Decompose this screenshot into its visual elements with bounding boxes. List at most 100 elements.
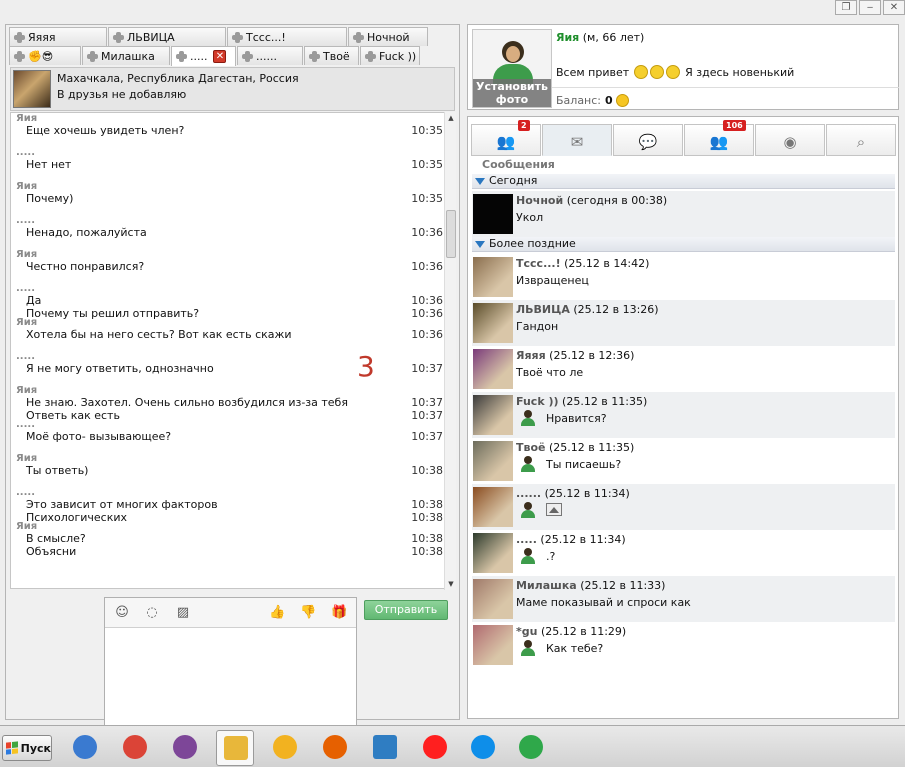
dialog-item[interactable]: ..... (25.12 в 11:34).? xyxy=(472,530,895,576)
message-text: Нет нет xyxy=(26,158,72,171)
clover-icon xyxy=(113,31,124,43)
dialog-time: (25.12 в 13:26) xyxy=(573,303,659,316)
message: ..... Я не могу ответить, однозначно 10:37 xyxy=(11,351,447,375)
chat-rooms-tab[interactable]: 💬 xyxy=(613,124,683,156)
message-time: 10:38 xyxy=(411,498,443,511)
message-log-scrollbar[interactable]: ▲ ▼ xyxy=(444,112,456,590)
status-smiley-icons xyxy=(633,65,681,79)
chrome-icon[interactable] xyxy=(116,730,154,766)
dialog-item[interactable]: Fuck )) (25.12 в 11:35) Нравится? xyxy=(472,392,895,438)
chat-tab[interactable]: Тссс...! xyxy=(227,27,347,46)
dialog-item[interactable]: ЛЬВИЦА (25.12 в 13:26) Гандон xyxy=(472,300,895,346)
network-app-icon[interactable] xyxy=(66,730,104,766)
tor-browser-icon[interactable] xyxy=(166,730,204,766)
profile-username[interactable]: Яия xyxy=(556,31,579,44)
own-avatar-icon xyxy=(520,640,536,656)
yandex-browser-icon[interactable] xyxy=(416,730,454,766)
group-header-older[interactable]: Более поздние xyxy=(472,237,895,252)
dialog-item[interactable]: Милашка (25.12 в 11:33) Маме показывай и … xyxy=(472,576,895,622)
avatar[interactable]: Установить фото xyxy=(472,29,552,108)
messenger-clover-icon[interactable] xyxy=(512,730,550,766)
messages-tab[interactable]: ✉ xyxy=(542,124,612,156)
message-sender: Яия xyxy=(16,113,38,124)
dialog-time: (25.12 в 11:35) xyxy=(562,395,648,408)
scroll-thumb[interactable] xyxy=(446,210,456,258)
teamviewer-icon[interactable] xyxy=(464,730,502,766)
chat-tab-label: 😎 xyxy=(41,49,54,63)
scroll-down-icon[interactable]: ▼ xyxy=(445,578,457,590)
profile-card: Установить фото Яия (м, 66 лет) Всем при… xyxy=(467,24,899,110)
dialog-last-message: Укол xyxy=(516,211,544,224)
gift-icon[interactable]: 🎁 xyxy=(331,605,347,621)
chat-tab-active[interactable]: ..... ✕ xyxy=(171,46,236,66)
dialog-title: ЛЬВИЦА (25.12 в 13:26) xyxy=(516,303,659,316)
nearby-tab[interactable]: ◉ xyxy=(755,124,825,156)
chat-tab[interactable]: Милашка xyxy=(82,46,170,65)
smiley-icon[interactable]: ☺ xyxy=(114,605,130,621)
file-explorer-icon[interactable] xyxy=(216,730,254,766)
chat-tab[interactable]: ✊ 😎 xyxy=(9,46,81,65)
collapse-triangle-icon xyxy=(475,241,485,248)
group-header-today[interactable]: Сегодня xyxy=(472,174,895,189)
dialog-title: *gu (25.12 в 11:29) xyxy=(516,625,626,638)
dialogs-panel: 👥 2 ✉ 💬 👥 106 ◉ ⌕ Сообщения Сегодня Ночной (сег… xyxy=(467,116,899,719)
chat-tab[interactable]: ЛЬВИЦА xyxy=(108,27,226,46)
chat-tab[interactable]: Ночной xyxy=(348,27,428,46)
thumbs-down-icon[interactable]: 👎 xyxy=(300,605,316,621)
message-text: Хотела бы на него сесть? Вот как есть ск… xyxy=(26,328,292,341)
dialog-item[interactable]: Яяяя (25.12 в 12:36) Твоё что ле xyxy=(472,346,895,392)
balance[interactable]: Баланс: 0 xyxy=(556,94,629,107)
paw-app-icon[interactable] xyxy=(266,730,304,766)
profile-status[interactable]: Всем привет Я здесь новенький xyxy=(556,65,794,79)
chat-tab[interactable]: Яяяя xyxy=(9,27,107,46)
dialog-time: (25.12 в 14:42) xyxy=(564,257,650,270)
dialog-item[interactable]: Тссс...! (25.12 в 14:42) Извращенец xyxy=(472,254,895,300)
minimize-button[interactable]: ‒ xyxy=(859,0,881,15)
notification-badge: 106 xyxy=(723,120,746,131)
dialog-item[interactable]: Ночной (сегодня в 00:38) Укол xyxy=(472,191,895,237)
clover-icon xyxy=(176,51,187,62)
dialog-contact-name: Fuck )) xyxy=(516,395,559,408)
dialog-time: (сегодня в 00:38) xyxy=(566,194,668,207)
guests-tab[interactable]: 👥 106 xyxy=(684,120,754,156)
restore-button[interactable]: ❐ xyxy=(835,0,857,15)
message: ..... Ненадо, пожалуйста 10:36 xyxy=(11,215,447,239)
close-tab-icon[interactable]: ✕ xyxy=(213,50,227,63)
sticker-bubble-icon[interactable]: ◌ xyxy=(144,605,160,621)
start-button[interactable]: Пуск xyxy=(2,735,52,761)
attach-photo-icon[interactable]: ▨ xyxy=(175,605,191,621)
message-input[interactable] xyxy=(105,629,356,738)
thumbs-up-icon[interactable]: 👍 xyxy=(269,605,285,621)
dialog-title: Ночной (сегодня в 00:38) xyxy=(516,194,667,207)
dialog-last-message: Извращенец xyxy=(516,274,589,287)
dialog-item[interactable]: ...... (25.12 в 11:34) xyxy=(472,484,895,530)
chat-tab-label: Милашка xyxy=(101,49,155,63)
message: Яия Ты ответь) 10:38 xyxy=(11,453,447,477)
set-photo-button[interactable]: Установить фото xyxy=(473,79,551,107)
contact-thumbnail xyxy=(473,257,513,297)
send-button[interactable]: Отправить xyxy=(364,600,448,620)
message-time: 10:35 xyxy=(411,192,443,205)
contact-photo[interactable] xyxy=(13,70,51,108)
contacts-tab[interactable]: 👥 2 xyxy=(471,120,541,156)
firefox-icon[interactable] xyxy=(316,730,354,766)
remote-desktop-icon[interactable] xyxy=(366,730,404,766)
chat-tab[interactable]: Fuck )) xyxy=(360,46,420,65)
clover-icon xyxy=(14,50,25,62)
contact-thumbnail xyxy=(473,625,513,665)
scroll-up-icon[interactable]: ▲ xyxy=(445,112,457,124)
search-tab-icon: ⌕ xyxy=(856,133,866,151)
message: Яия Хотела бы на него сесть? Вот как есть… xyxy=(11,317,447,341)
search-tab[interactable]: ⌕ xyxy=(826,124,896,156)
close-button[interactable]: ✕ xyxy=(883,0,905,15)
message-sender: ..... xyxy=(16,419,35,430)
message-text: Честно понравился? xyxy=(26,260,145,273)
chat-tab-label: Тссс...! xyxy=(246,30,286,44)
dialog-last-message: Ты писаешь? xyxy=(546,458,622,471)
chat-tab[interactable]: ...... xyxy=(237,46,303,65)
contact-thumbnail xyxy=(473,441,513,481)
dialog-item[interactable]: Твоё (25.12 в 11:35) Ты писаешь? xyxy=(472,438,895,484)
chat-tab[interactable]: Твоё xyxy=(304,46,359,65)
dialog-item[interactable]: *gu (25.12 в 11:29) Как тебе? xyxy=(472,622,895,668)
windows-logo-icon xyxy=(6,741,18,755)
